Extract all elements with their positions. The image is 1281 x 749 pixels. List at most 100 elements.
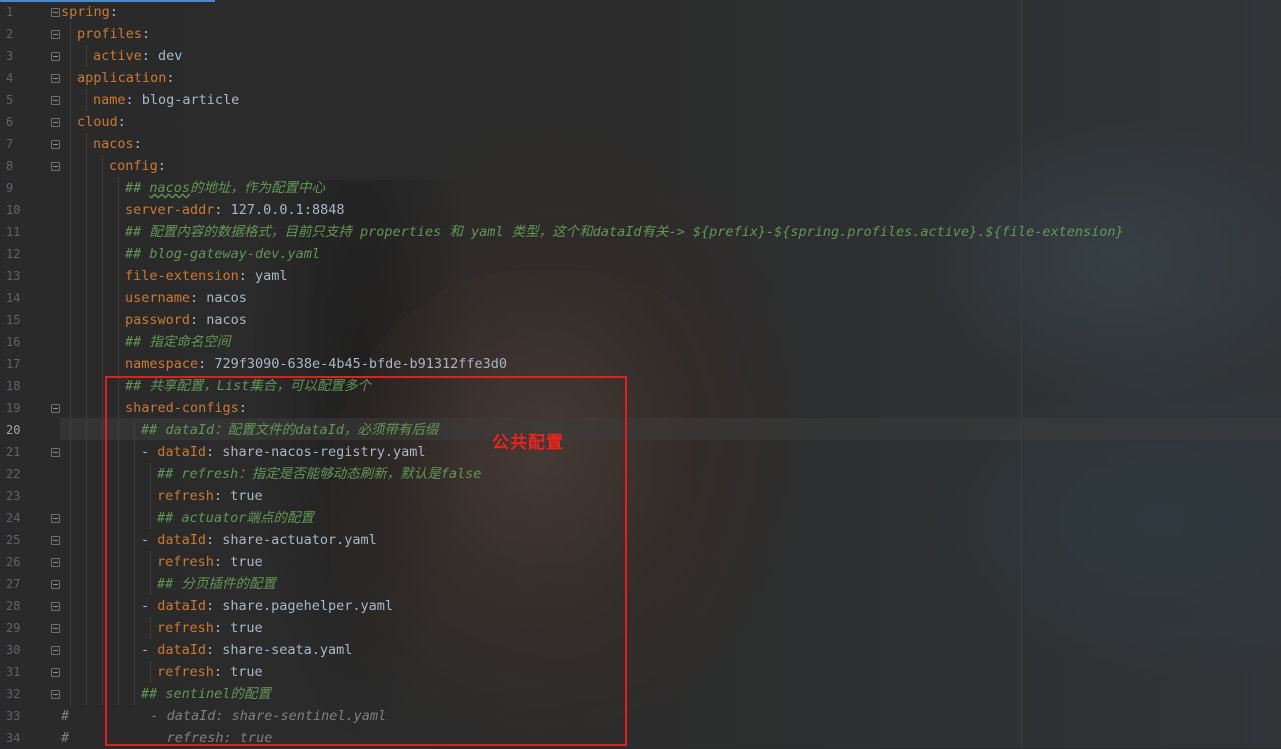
code-line[interactable]: spring: — [61, 1, 118, 23]
indent-guide — [86, 661, 87, 683]
code-token: : — [133, 136, 142, 152]
code-token: : yaml — [238, 268, 288, 284]
indent-guide — [70, 485, 71, 507]
fold-toggle-icon[interactable] — [51, 74, 60, 83]
indent-guide — [118, 265, 119, 287]
indent-guide — [102, 397, 103, 419]
code-line[interactable]: application: — [77, 67, 175, 89]
fold-toggle-icon[interactable] — [51, 52, 60, 61]
indent-guide — [102, 551, 103, 573]
indent-guide — [118, 331, 119, 353]
code-line[interactable]: namespace: 729f3090-638e-4b45-bfde-b9131… — [125, 353, 507, 375]
code-line[interactable]: ## blog-gateway-dev.yaml — [125, 243, 320, 265]
annotation-label: 公共配置 — [492, 433, 564, 453]
fold-toggle-icon[interactable] — [51, 448, 60, 457]
indent-guide — [86, 639, 87, 661]
code-token: namespace — [125, 356, 199, 372]
indent-guide — [86, 441, 87, 463]
fold-toggle-icon[interactable] — [51, 602, 60, 611]
code-token: profiles — [77, 26, 143, 42]
fold-toggle-icon[interactable] — [51, 30, 60, 39]
indent-guide — [70, 309, 71, 331]
indent-guide — [86, 331, 87, 353]
indent-guide — [70, 89, 71, 111]
code-token: active — [93, 48, 142, 64]
indent-guide — [102, 419, 103, 441]
indent-guide — [102, 177, 103, 199]
indent-guide — [102, 507, 103, 529]
indent-guide — [86, 595, 87, 617]
fold-toggle-icon[interactable] — [51, 118, 60, 127]
indent-guide — [86, 419, 87, 441]
line-number: 4 — [6, 71, 14, 85]
fold-toggle-icon[interactable] — [51, 690, 60, 699]
fold-toggle-icon[interactable] — [51, 580, 60, 589]
code-token: 的地址，作为配置中心 — [190, 180, 326, 196]
code-line[interactable]: nacos: — [93, 133, 142, 155]
fold-toggle-icon[interactable] — [51, 668, 60, 677]
line-number: 20 — [6, 423, 21, 437]
fold-toggle-icon[interactable] — [51, 8, 60, 17]
code-token: server-addr — [125, 202, 215, 218]
fold-toggle-icon[interactable] — [51, 536, 60, 545]
code-line[interactable]: ## nacos的地址，作为配置中心 — [125, 177, 325, 199]
fold-toggle-icon[interactable] — [51, 624, 60, 633]
fold-toggle-icon[interactable] — [51, 404, 60, 413]
code-line[interactable]: cloud: — [77, 111, 126, 133]
line-number: 32 — [6, 687, 21, 701]
code-line[interactable]: profiles: — [77, 23, 150, 45]
line-number-gutter[interactable]: 1 2 3 4 5 6 7 8 9 10 11 12 13 14 15 16 17 18 19 20 21 22 23 24 2… — [0, 0, 60, 748]
right-margin-guide — [1021, 0, 1022, 748]
indent-guide — [102, 221, 103, 243]
indent-guide — [102, 463, 103, 485]
indent-guide — [70, 573, 71, 595]
line-number: 5 — [6, 93, 14, 107]
indent-guide — [118, 309, 119, 331]
indent-guide — [86, 573, 87, 595]
indent-guide — [102, 265, 103, 287]
code-line[interactable]: password: nacos — [125, 309, 247, 331]
indent-guide — [70, 551, 71, 573]
code-line[interactable]: server-addr: 127.0.0.1:8848 — [125, 199, 344, 221]
code-line[interactable]: active: dev — [93, 45, 182, 67]
code-line[interactable]: file-extension: yaml — [125, 265, 288, 287]
line-number: 33 — [6, 709, 21, 723]
code-line[interactable]: name: blog-article — [93, 89, 239, 111]
code-token: cloud — [77, 114, 118, 130]
indent-guide — [86, 397, 87, 419]
indent-guide — [86, 683, 87, 705]
fold-toggle-icon[interactable] — [51, 646, 60, 655]
indent-guide — [70, 45, 71, 67]
line-number: 10 — [6, 203, 21, 217]
code-token: file-extension — [125, 268, 239, 284]
line-number: 21 — [6, 445, 21, 459]
line-number: 19 — [6, 401, 21, 415]
indent-guide — [70, 221, 71, 243]
fold-toggle-icon[interactable] — [51, 514, 60, 523]
code-line[interactable]: ## 指定命名空间 — [125, 331, 230, 353]
fold-toggle-icon[interactable] — [51, 558, 60, 567]
indent-guide — [70, 243, 71, 265]
code-token: : — [157, 158, 166, 174]
code-token: : nacos — [190, 290, 247, 306]
indent-guide — [102, 573, 103, 595]
code-line[interactable]: ## 配置内容的数据格式，目前只支持 properties 和 yaml 类型，… — [125, 221, 1124, 243]
indent-guide — [70, 617, 71, 639]
line-number: 31 — [6, 665, 21, 679]
indent-guide — [86, 463, 87, 485]
indent-guide — [102, 353, 103, 375]
indent-guide — [86, 287, 87, 309]
line-number: 25 — [6, 533, 21, 547]
code-editor[interactable]: 1 2 3 4 5 6 7 8 9 10 11 12 13 14 15 16 17 18 19 20 21 22 23 24 2… — [0, 0, 1281, 748]
code-token: username — [125, 290, 191, 306]
fold-toggle-icon[interactable] — [51, 96, 60, 105]
code-line[interactable]: username: nacos — [125, 287, 247, 309]
line-number: 7 — [6, 137, 14, 151]
code-line[interactable]: config: — [109, 155, 166, 177]
fold-toggle-icon[interactable] — [51, 140, 60, 149]
fold-toggle-icon[interactable] — [51, 162, 60, 171]
line-number: 6 — [6, 115, 14, 129]
indent-guide — [70, 661, 71, 683]
indent-guide — [86, 133, 87, 155]
line-number: 24 — [6, 511, 21, 525]
